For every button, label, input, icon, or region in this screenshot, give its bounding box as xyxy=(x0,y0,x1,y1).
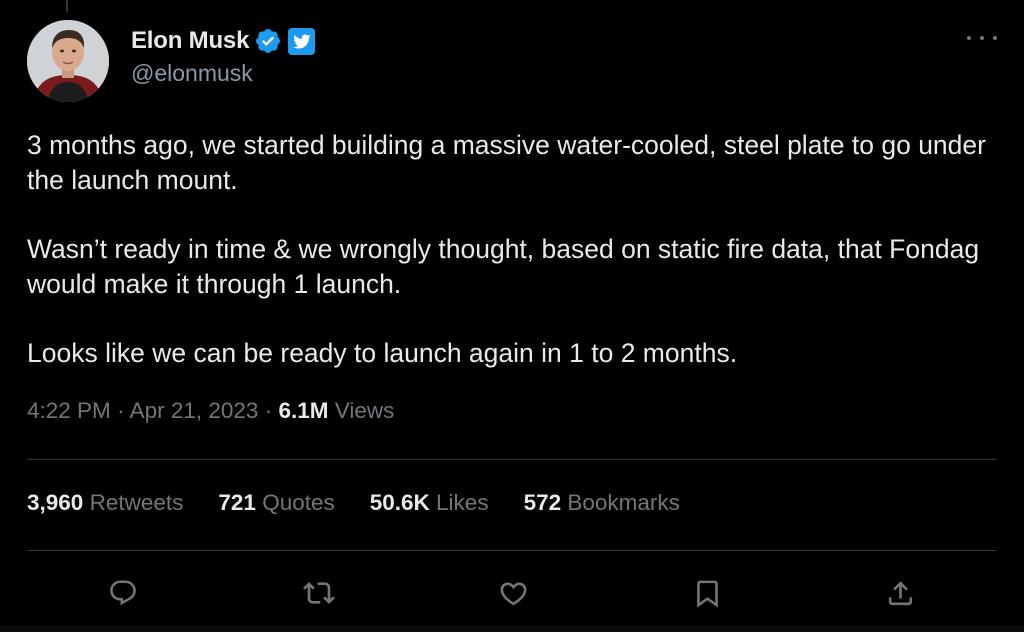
bird-glyph xyxy=(293,34,311,49)
author-handle[interactable]: @elonmusk xyxy=(131,60,315,87)
bookmarks-count: 572 xyxy=(523,490,562,515)
author-info: Elon Musk @elonmusk xyxy=(131,26,316,87)
author-name[interactable]: Elon Musk xyxy=(131,27,249,55)
tweet-paragraph: Looks like we can be ready to launch aga… xyxy=(27,338,738,368)
avatar[interactable] xyxy=(27,20,109,102)
more-dot xyxy=(967,36,971,40)
name-row: Elon Musk xyxy=(131,26,316,56)
reply-icon xyxy=(110,580,136,606)
divider xyxy=(27,459,997,460)
quotes-label: Quotes xyxy=(262,490,335,515)
tweet-header: Elon Musk @elonmusk xyxy=(27,20,997,102)
action-bar xyxy=(27,570,997,616)
bottom-edge xyxy=(0,626,1024,632)
retweets-stat[interactable]: 3,960 Retweets xyxy=(27,490,183,516)
share-icon xyxy=(888,580,912,605)
bookmark-button[interactable] xyxy=(690,576,724,610)
likes-stat[interactable]: 50.6K Likes xyxy=(370,490,489,516)
heart-icon xyxy=(500,582,526,605)
like-button[interactable] xyxy=(496,576,530,610)
bookmarks-stat[interactable]: 572 Bookmarks xyxy=(524,490,680,516)
views-label: Views xyxy=(334,398,395,423)
tweet-meta: 4:22 PM · Apr 21, 2023 · 6.1M Views xyxy=(27,398,394,424)
engagement-stats: 3,960 Retweets 721 Quotes 50.6K Likes 57… xyxy=(27,490,715,516)
quotes-stat[interactable]: 721 Quotes xyxy=(218,490,334,516)
likes-label: Likes xyxy=(436,490,489,515)
more-icon[interactable] xyxy=(967,28,997,48)
retweet-button[interactable] xyxy=(302,576,336,610)
retweets-count: 3,960 xyxy=(27,490,84,515)
tweet-date[interactable]: Apr 21, 2023 xyxy=(130,398,259,423)
more-dot xyxy=(980,36,984,40)
tweet-paragraph: 3 months ago, we started building a mass… xyxy=(27,130,986,195)
bookmark-icon xyxy=(696,580,718,608)
meta-separator: · xyxy=(264,398,273,423)
tweet-paragraph: Wasn’t ready in time & we wrongly though… xyxy=(27,234,980,299)
twitter-bird-icon[interactable] xyxy=(288,27,316,55)
meta-separator: · xyxy=(117,398,125,423)
divider xyxy=(27,550,997,551)
share-button[interactable] xyxy=(883,576,917,610)
likes-count: 50.6K xyxy=(369,490,430,515)
reply-button[interactable] xyxy=(106,576,140,610)
retweets-label: Retweets xyxy=(89,490,184,515)
quotes-count: 721 xyxy=(218,490,256,515)
tweet: Elon Musk @elonmusk 3 months ago, we sta… xyxy=(27,0,997,632)
avatar-image xyxy=(27,20,109,102)
more-dot xyxy=(993,36,997,40)
bookmarks-label: Bookmarks xyxy=(567,490,680,515)
retweet-icon xyxy=(303,582,335,604)
tweet-time[interactable]: 4:22 PM xyxy=(27,398,111,423)
verified-badge-icon[interactable] xyxy=(254,27,282,55)
tweet-text: 3 months ago, we started building a mass… xyxy=(27,128,997,405)
views-count[interactable]: 6.1M xyxy=(278,398,328,423)
